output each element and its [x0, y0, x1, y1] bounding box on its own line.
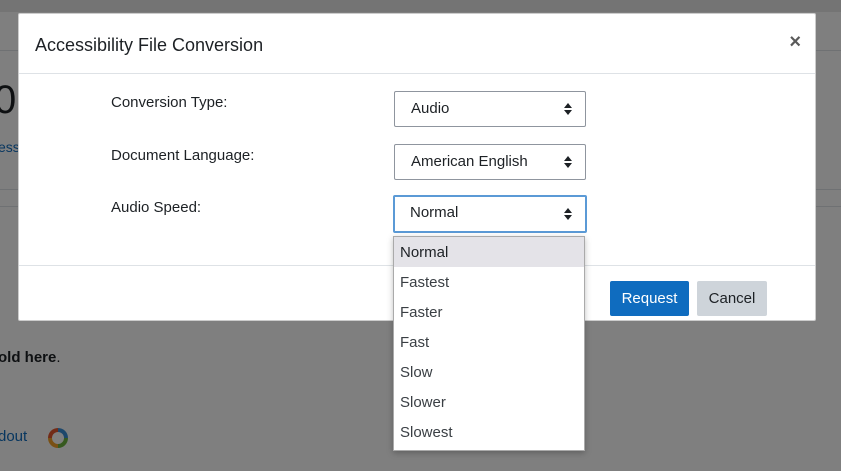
audio-speed-options-list: Normal Fastest Faster Fast Slow Slower S… — [393, 236, 585, 451]
document-language-select[interactable]: American English — [394, 144, 586, 180]
audio-speed-option-slow[interactable]: Slow — [394, 357, 584, 387]
request-button[interactable]: Request — [610, 281, 689, 316]
cancel-button[interactable]: Cancel — [697, 281, 767, 316]
audio-speed-option-fastest[interactable]: Fastest — [394, 267, 584, 297]
audio-speed-value: Normal — [410, 204, 459, 221]
conversion-type-value: Audio — [411, 100, 450, 117]
dialog-header: Accessibility File Conversion × — [19, 14, 815, 74]
audio-speed-option-slowest[interactable]: Slowest — [394, 417, 584, 447]
close-button[interactable]: × — [789, 32, 801, 52]
select-caret-icon — [563, 206, 573, 222]
audio-speed-option-faster[interactable]: Faster — [394, 297, 584, 327]
audio-speed-label: Audio Speed: — [111, 199, 202, 216]
conversion-type-select[interactable]: Audio — [394, 91, 586, 127]
select-caret-icon — [563, 101, 573, 117]
conversion-type-label: Conversion Type: — [111, 94, 228, 111]
dialog-title: Accessibility File Conversion — [35, 35, 264, 55]
select-caret-icon — [563, 154, 573, 170]
audio-speed-option-normal[interactable]: Normal — [394, 237, 584, 267]
document-language-value: American English — [411, 153, 528, 170]
audio-speed-option-fast[interactable]: Fast — [394, 327, 584, 357]
audio-speed-select[interactable]: Normal — [393, 195, 587, 233]
audio-speed-option-slower[interactable]: Slower — [394, 387, 584, 417]
document-language-label: Document Language: — [111, 147, 255, 164]
